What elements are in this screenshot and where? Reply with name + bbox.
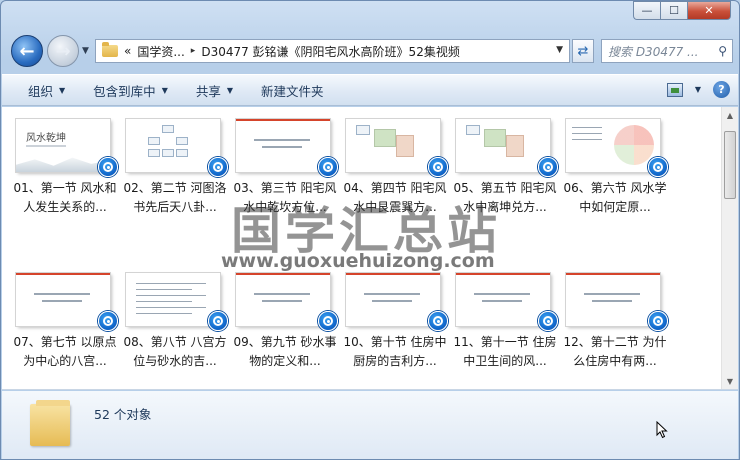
share-menu[interactable]: 共享 ▼: [196, 81, 233, 100]
video-thumbnail: [236, 119, 330, 172]
file-name: 07、第七节 以原点为中心的八宫...: [13, 335, 117, 368]
organize-label: 组织: [28, 83, 54, 99]
video-player-icon: [648, 311, 668, 331]
new-folder-button[interactable]: 新建文件夹: [261, 81, 324, 100]
video-player-icon: [648, 157, 668, 177]
mouse-cursor-icon: [656, 421, 668, 439]
scroll-down-icon[interactable]: ▼: [725, 377, 735, 386]
video-player-icon: [98, 311, 118, 331]
chevron-down-icon: ▼: [59, 85, 66, 95]
video-player-icon: [538, 311, 558, 331]
arrow-left-icon: ←: [19, 40, 35, 62]
search-icon[interactable]: ⚲: [718, 44, 727, 58]
video-player-icon: [208, 157, 228, 177]
video-player-icon: [318, 157, 338, 177]
video-thumbnail: [126, 273, 220, 326]
forward-button[interactable]: →: [47, 35, 79, 67]
refresh-icon: ⇄: [577, 43, 589, 59]
change-view-icon[interactable]: [666, 82, 683, 97]
organize-menu[interactable]: 组织 ▼: [28, 81, 65, 100]
video-thumbnail: [346, 273, 440, 326]
help-icon[interactable]: ?: [713, 81, 730, 98]
item-count: 52 个对象: [94, 407, 152, 422]
file-name: 09、第九节 砂水事物的定义和...: [233, 335, 337, 368]
breadcrumb-item-parent[interactable]: 国学资...: [137, 43, 184, 60]
folder-icon: [30, 400, 70, 446]
video-player-icon: [98, 157, 118, 177]
video-thumbnail: [566, 273, 660, 326]
caption-buttons: — ☐ ✕: [633, 1, 731, 20]
maximize-button[interactable]: ☐: [660, 1, 687, 20]
view-options-dropdown[interactable]: ▼: [695, 85, 701, 94]
video-player-icon: [208, 311, 228, 331]
navigation-bar: ← → ▼ « 国学资... ▸ D30477 彭铭谦《阴阳宅风水高阶班》52集…: [9, 35, 733, 67]
chevron-down-icon: ▼: [226, 85, 234, 95]
breadcrumb-separator[interactable]: ▸: [191, 46, 196, 56]
vertical-scrollbar[interactable]: ▲ ▼: [721, 107, 738, 389]
video-thumbnail: [346, 119, 440, 172]
file-name: 02、第二节 河图洛书先后天八卦...: [123, 181, 227, 214]
video-player-icon: [428, 311, 448, 331]
include-library-label: 包含到库中: [93, 83, 156, 99]
video-player-icon: [318, 311, 338, 331]
new-folder-label: 新建文件夹: [261, 83, 324, 99]
video-thumbnail: [566, 119, 660, 172]
recent-pages-dropdown[interactable]: ▼: [82, 46, 89, 56]
file-name: 12、第十二节 为什么住房中有两...: [563, 335, 667, 368]
video-thumbnail: [126, 119, 220, 172]
folder-icon: [102, 42, 118, 57]
video-thumbnail: 风水乾坤: [16, 119, 110, 172]
include-in-library-menu[interactable]: 包含到库中 ▼: [93, 81, 168, 100]
address-bar[interactable]: « 国学资... ▸ D30477 彭铭谦《阴阳宅风水高阶班》52集视频 ▼: [95, 39, 570, 63]
address-dropdown-icon[interactable]: ▼: [556, 45, 563, 55]
watermark-url: www.guoxuehuizong.com: [221, 250, 495, 272]
breadcrumb-overflow[interactable]: «: [124, 44, 131, 58]
file-name: 08、第八节 八宫方位与砂水的吉...: [123, 335, 227, 368]
video-thumbnail: [16, 273, 110, 326]
breadcrumb-item-current[interactable]: D30477 彭铭谦《阴阳宅风水高阶班》52集视频: [201, 43, 460, 60]
video-thumbnail: [456, 119, 550, 172]
video-thumbnail: [236, 273, 330, 326]
explorer-window: — ☐ ✕ ← → ▼ « 国学资... ▸ D30477 彭铭谦《阴阳宅风水高…: [0, 0, 740, 460]
refresh-button[interactable]: ⇄: [572, 39, 594, 63]
back-button[interactable]: ←: [11, 35, 43, 67]
minimize-button[interactable]: —: [633, 1, 660, 20]
video-player-icon: [428, 157, 448, 177]
file-name: 11、第十一节 住房中卫生间的风...: [453, 335, 557, 368]
video-player-icon: [538, 157, 558, 177]
file-name: 01、第一节 风水和人发生关系的...: [13, 181, 117, 214]
video-thumbnail: [456, 273, 550, 326]
command-bar: 组织 ▼ 包含到库中 ▼ 共享 ▼ 新建文件夹 ▼ ?: [2, 74, 738, 106]
file-name: 10、第十节 住房中厨房的吉利方...: [343, 335, 447, 368]
scroll-thumb[interactable]: [724, 131, 736, 199]
file-name: 06、第六节 风水学中如何定原...: [563, 181, 667, 214]
breadcrumb: « 国学资... ▸ D30477 彭铭谦《阴阳宅风水高阶班》52集视频: [124, 43, 460, 60]
details-pane: 52 个对象: [2, 391, 738, 459]
scroll-up-icon[interactable]: ▲: [725, 111, 735, 120]
arrow-right-icon: →: [55, 40, 71, 62]
share-label: 共享: [195, 83, 221, 99]
search-placeholder: 搜索 D30477 ...: [608, 44, 699, 59]
thumbnail-title: 风水乾坤: [26, 133, 66, 144]
chevron-down-icon: ▼: [161, 85, 168, 95]
close-button[interactable]: ✕: [687, 1, 731, 20]
search-input[interactable]: 搜索 D30477 ... ⚲: [601, 39, 733, 63]
